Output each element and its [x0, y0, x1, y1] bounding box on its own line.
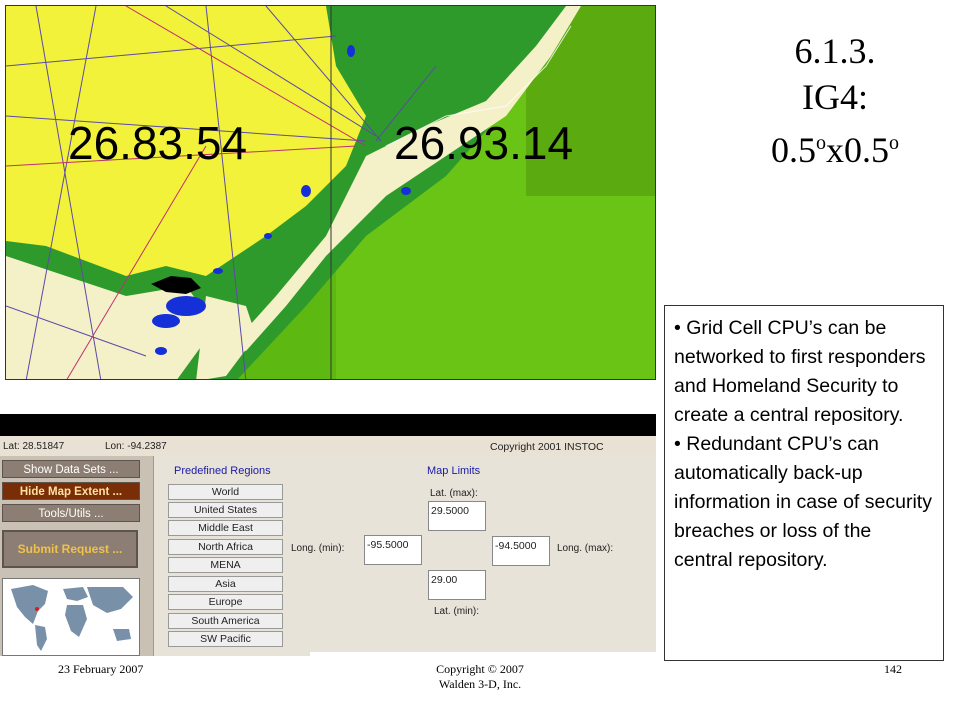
bullet-networked: • Grid Cell CPU’s can be networked to fi…	[674, 317, 926, 426]
footer-copyright-line-1: Copyright © 2007	[436, 662, 524, 676]
lat-min-input[interactable]: 29.00	[428, 570, 486, 600]
hide-map-extent-button[interactable]: Hide Map Extent ...	[2, 482, 140, 500]
tools-utils-button[interactable]: Tools/Utils ...	[2, 504, 140, 522]
grid-cell-left-label: 26.83.54	[68, 117, 248, 169]
region-asia-button[interactable]: Asia	[168, 576, 283, 592]
region-europe-button[interactable]: Europe	[168, 594, 283, 610]
status-copyright: Copyright 2001 INSTOC	[490, 441, 604, 453]
map-canvas	[6, 6, 655, 379]
title-line-1: 6.1.3.	[794, 31, 876, 71]
long-max-label: Long. (max):	[557, 543, 614, 554]
region-middle-east-button[interactable]: Middle East	[168, 520, 283, 536]
predefined-regions-heading: Predefined Regions	[174, 465, 271, 477]
map-view[interactable]: 26.83.54 26.93.14	[5, 5, 656, 380]
status-lon: Lon: -94.2387	[105, 441, 167, 452]
lat-max-input[interactable]: 29.5000	[428, 501, 486, 531]
region-south-america-button[interactable]: South America	[168, 613, 283, 629]
slide-title: 6.1.3. IG4: 0.5ox0.5o	[720, 28, 950, 173]
title-line-3: 0.5ox0.5o	[771, 130, 899, 170]
show-data-sets-button[interactable]: Show Data Sets ...	[2, 460, 140, 478]
map-limits-heading: Map Limits	[427, 465, 481, 477]
long-min-label: Long. (min):	[291, 543, 345, 554]
lat-max-label: Lat. (max):	[430, 488, 478, 499]
bullet-redundant: • Redundant CPU’s can automatically back…	[674, 433, 932, 571]
footer-copyright-line-2: Walden 3-D, Inc.	[438, 677, 522, 691]
submit-request-button[interactable]: Submit Request ...	[2, 530, 138, 568]
footer-copyright: Copyright © 2007 Walden 3-D, Inc.	[400, 662, 560, 692]
lat-min-label: Lat. (min):	[434, 606, 480, 617]
status-lat: Lat: 28.51847	[3, 441, 65, 452]
region-mena-button[interactable]: MENA	[168, 557, 283, 573]
grid-cell-right-label: 26.93.14	[394, 117, 574, 169]
status-bar: Lat: 28.51847 Lon: -94.2387 Copyright 20…	[0, 436, 656, 456]
toolbar-bar	[0, 414, 656, 436]
region-sw-pacific-button[interactable]: SW Pacific	[168, 631, 283, 647]
long-min-input[interactable]: -95.5000	[364, 535, 422, 565]
bullet-textbox: • Grid Cell CPU’s can be networked to fi…	[664, 305, 944, 661]
long-max-input[interactable]: -94.5000	[492, 536, 550, 566]
region-world-button[interactable]: World	[168, 484, 283, 500]
region-north-africa-button[interactable]: North Africa	[168, 539, 283, 555]
world-overview-map[interactable]	[2, 578, 140, 656]
footer-date: 23 February 2007	[58, 662, 144, 676]
world-map-icon	[3, 579, 139, 655]
footer-page-number: 142	[884, 662, 902, 676]
region-united-states-button[interactable]: United States	[168, 502, 283, 518]
title-line-2: IG4:	[802, 77, 868, 117]
panel-bottom-strip	[310, 652, 656, 656]
